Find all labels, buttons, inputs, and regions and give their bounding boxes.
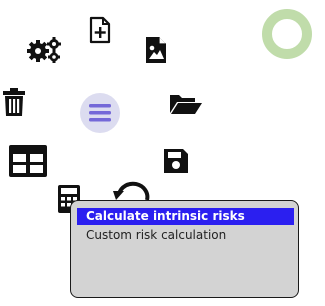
context-menu: Calculate intrinsic risks Custom risk ca… — [70, 200, 299, 298]
menu-item-custom-risk-calculation[interactable]: Custom risk calculation — [77, 227, 294, 244]
ring-indicator-icon — [262, 9, 312, 59]
file-add-icon[interactable] — [89, 16, 111, 44]
trash-icon[interactable] — [2, 87, 26, 117]
hamburger-menu-button[interactable] — [80, 93, 120, 133]
table-icon[interactable] — [9, 145, 47, 177]
save-icon[interactable] — [163, 148, 189, 174]
hamburger-menu-icon — [89, 104, 111, 122]
menu-item-calculate-intrinsic-risks[interactable]: Calculate intrinsic risks — [77, 208, 294, 225]
folder-open-icon[interactable] — [169, 93, 203, 115]
settings-gears-icon[interactable] — [26, 36, 62, 64]
file-image-icon[interactable] — [145, 36, 167, 64]
